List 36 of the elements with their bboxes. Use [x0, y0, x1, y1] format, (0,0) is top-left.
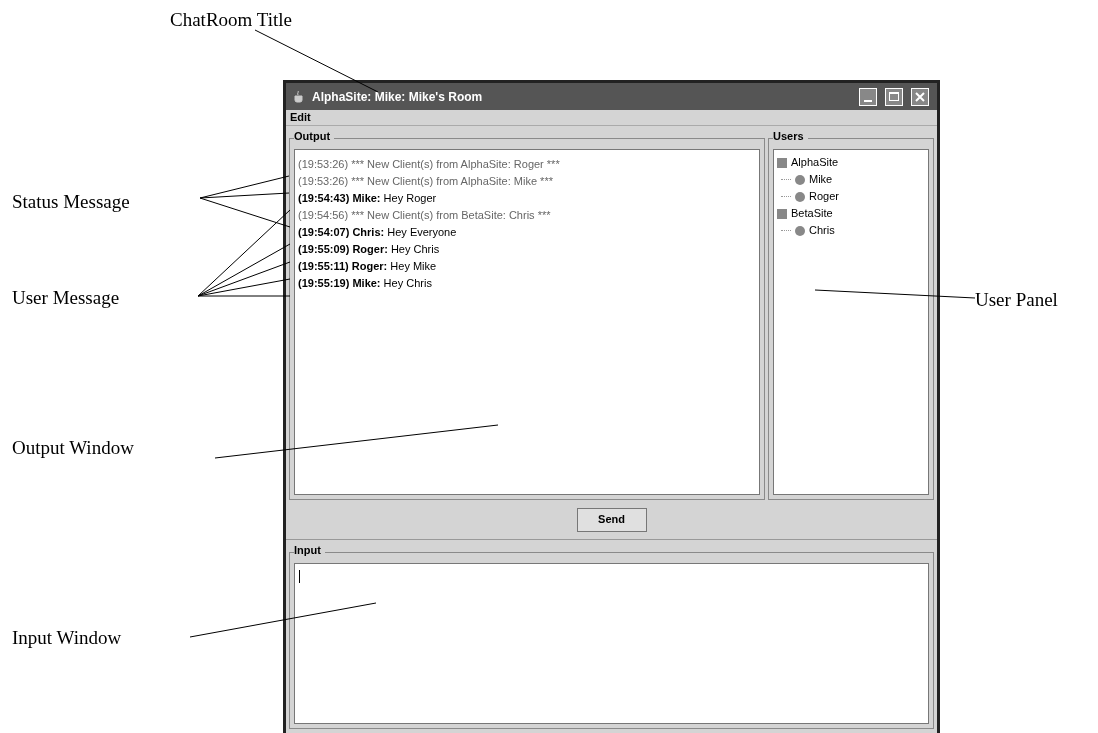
tree-node[interactable]: AlphaSite [791, 154, 839, 171]
annotation-label: ChatRoom Title [170, 8, 292, 32]
annotation-label: Output Window [12, 436, 134, 460]
minimize-button[interactable] [859, 87, 877, 106]
annotation-label: User Message [12, 286, 120, 310]
panel-title: Input [294, 545, 325, 556]
user-message: (19:54:43) Mike: Hey Roger [298, 191, 438, 206]
cup-icon [294, 90, 304, 103]
window-title: AlphaSite: Mike: Mike's Room [312, 88, 483, 106]
tree-node[interactable]: BetaSite [791, 205, 833, 222]
maximize-button[interactable] [885, 87, 903, 106]
panel-title: Output [294, 131, 335, 142]
status-message: (19:53:26) *** New Client(s) from AlphaSite: Mike *** [298, 174, 554, 189]
annotation-label: Status Message [12, 190, 130, 214]
annotation-label: User Panel [975, 288, 1058, 312]
user-message: (19:55:09) Roger: Hey Chris [298, 242, 441, 257]
menu-item[interactable]: Edit [290, 109, 311, 126]
tree-leaf[interactable]: Chris [809, 222, 835, 239]
status-message: (19:54:56) *** New Client(s) from BetaSite: Chris *** [298, 208, 552, 223]
user-icon [795, 174, 805, 185]
user-message: (19:54:07) Chris: Hey Everyone [298, 225, 458, 240]
status-message: (19:53:26) *** New Client(s) from AlphaSite: Roger *** [298, 157, 561, 172]
folder-icon [777, 157, 787, 168]
close-button[interactable] [911, 87, 929, 106]
user-icon [795, 191, 805, 202]
panel-title: Users [773, 131, 808, 142]
user-message: (19:55:19) Mike: Hey Chris [298, 276, 433, 291]
tree-leaf[interactable]: Mike [809, 171, 833, 188]
send-button[interactable]: Send [576, 507, 647, 532]
folder-icon [777, 208, 787, 219]
user-icon [795, 225, 805, 236]
user-message: (19:55:11) Roger: Hey Mike [298, 259, 438, 274]
annotation-label: Input Window [12, 626, 122, 650]
input-field[interactable] [294, 563, 929, 724]
close-icon [915, 91, 925, 102]
tree-leaf[interactable]: Roger [809, 188, 839, 205]
